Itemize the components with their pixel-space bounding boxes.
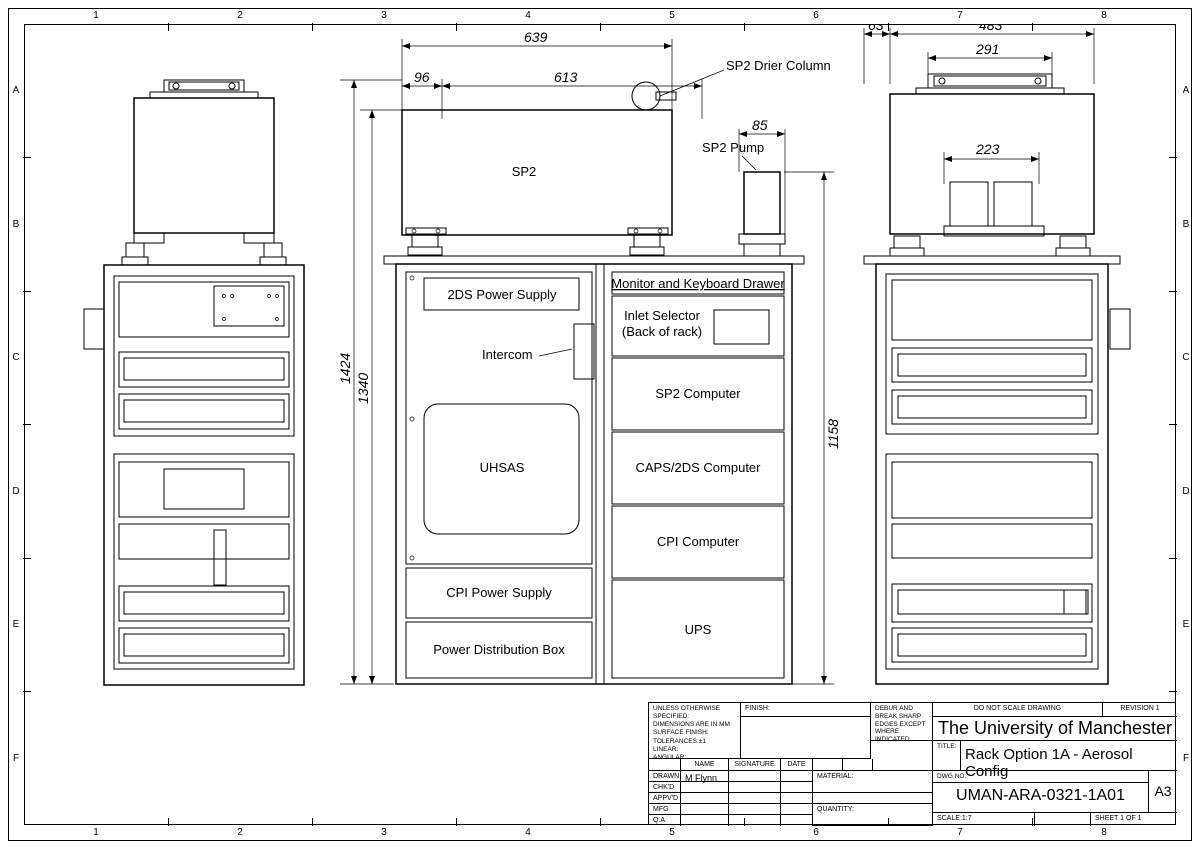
label-2ds-ps: 2DS Power Supply [447, 287, 557, 302]
label-sp2-comp: SP2 Computer [655, 386, 741, 401]
label-monitor-drawer: Monitor and Keyboard Drawer [611, 276, 785, 291]
zone-col-5-bot: 5 [622, 827, 722, 838]
dim-223: 223 [975, 141, 1000, 157]
zone-col-2-bot: 2 [190, 827, 290, 838]
tb-title-lbl: TITLE: [933, 741, 961, 771]
tb-finish: FINISH: [741, 703, 871, 717]
zone-row-F-left: F [10, 708, 22, 808]
zone-row-A-left: A [10, 41, 22, 141]
zone-row-D-left: D [10, 441, 22, 541]
zone-row-E-right: E [1180, 575, 1192, 675]
tb-d2 [781, 771, 813, 782]
zone-row-B-left: B [10, 174, 22, 274]
zone-col-4-top: 4 [478, 10, 578, 21]
dim-85: 85 [752, 117, 768, 133]
label-pdb: Power Distribution Box [433, 642, 565, 657]
label-sp2: SP2 [512, 164, 537, 179]
zone-row-F-right: F [1180, 708, 1192, 808]
tb-finish-val [741, 717, 871, 759]
zone-col-7-top: 7 [910, 10, 1010, 21]
label-uhsas: UHSAS [480, 460, 525, 475]
right-view: 63 483 291 223 [864, 24, 1130, 684]
tb-appvd: APPV'D [649, 793, 681, 804]
tb-drawn-lbl: DRAWN [649, 771, 681, 782]
tb-c2 [843, 759, 873, 771]
label-pump: SP2 Pump [702, 140, 764, 155]
label-ups: UPS [685, 622, 712, 637]
zone-col-6-top: 6 [766, 10, 866, 21]
zone-row-A-right: A [1180, 41, 1192, 141]
tb-d1 [729, 771, 781, 782]
zone-col-6-bot: 6 [766, 827, 866, 838]
tb-notes: UNLESS OTHERWISE SPECIFIED: DIMENSIONS A… [649, 703, 741, 759]
dim-1424: 1424 [337, 353, 353, 384]
tb-sheet: SHEET 1 OF 1 [1091, 813, 1177, 826]
label-inlet-1: Inlet Selector [624, 308, 701, 323]
tb-debur: DEBUR AND BREAK SHARP EDGES EXCEPT WHERE… [871, 703, 933, 741]
zone-col-8-bot: 8 [1054, 827, 1154, 838]
tb-size: A3 [1149, 771, 1177, 813]
dim-483: 483 [979, 24, 1003, 33]
tb-title: Rack Option 1A - Aerosol Config [961, 741, 1177, 771]
label-drier: SP2 Drier Column [726, 58, 831, 73]
tb-weight [1035, 813, 1091, 826]
tb-c1 [813, 759, 843, 771]
zone-row-C-left: C [10, 308, 22, 408]
tb-qa: Q.A [649, 815, 681, 826]
title-block: UNLESS OTHERWISE SPECIFIED: DIMENSIONS A… [648, 702, 1176, 825]
dim-63: 63 [868, 24, 884, 33]
zone-row-B-right: B [1180, 174, 1192, 274]
zone-col-1-top: 1 [46, 10, 146, 21]
zone-col-7-bot: 7 [910, 827, 1010, 838]
zone-col-3-bot: 3 [334, 827, 434, 838]
tb-sig-hdr: SIGNATURE [729, 759, 781, 771]
tb-c3 [873, 759, 933, 771]
tb-dwgno: UMAN-ARA-0321-1A01 [933, 783, 1149, 813]
zone-col-4-bot: 4 [478, 827, 578, 838]
tb-scale: SCALE:1:7 [933, 813, 1035, 826]
dim-96: 96 [414, 69, 430, 85]
tb-mfg: MFG [649, 804, 681, 815]
tb-blank0 [649, 759, 681, 771]
zone-col-5-top: 5 [622, 10, 722, 21]
label-cpi-ps: CPI Power Supply [446, 585, 552, 600]
dim-639: 639 [524, 29, 548, 45]
zone-row-D-right: D [1180, 441, 1192, 541]
label-caps-comp: CAPS/2DS Computer [636, 460, 762, 475]
tb-dwgno-lbl: DWG NO. [933, 771, 1149, 783]
tb-quantity: QUANTITY: [813, 804, 933, 826]
tb-chkd: CHK'D [649, 782, 681, 793]
label-inlet-2: (Back of rack) [622, 324, 702, 339]
dim-291: 291 [975, 41, 999, 57]
left-view [84, 80, 304, 685]
tb-name-hdr: NAME [681, 759, 729, 771]
dim-1340: 1340 [355, 373, 371, 404]
zone-col-3-top: 3 [334, 10, 434, 21]
zone-col-8-top: 8 [1054, 10, 1154, 21]
zone-col-1-bot: 1 [46, 827, 146, 838]
tb-org: The University of Manchester [933, 717, 1177, 741]
zone-row-E-left: E [10, 575, 22, 675]
tb-revision: REVISION 1 [1103, 703, 1177, 717]
center-view: 639 96 613 SP2 Drier Column SP2 SP2 Pump [337, 29, 841, 684]
label-cpi-comp: CPI Computer [657, 534, 740, 549]
tb-material: MATERIAL: [813, 771, 933, 793]
tb-noscale: DO NOT SCALE DRAWING [933, 703, 1103, 717]
zone-row-C-right: C [1180, 308, 1192, 408]
tb-date-hdr: DATE [781, 759, 813, 771]
tb-drawn: M Flynn [681, 771, 729, 782]
label-intercom: Intercom [482, 347, 533, 362]
dim-613: 613 [554, 69, 578, 85]
zone-col-2-top: 2 [190, 10, 290, 21]
dim-1158: 1158 [825, 419, 841, 449]
